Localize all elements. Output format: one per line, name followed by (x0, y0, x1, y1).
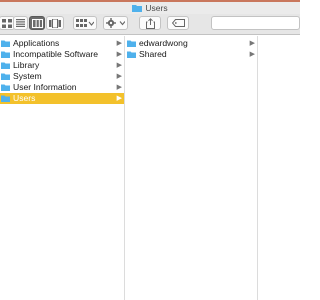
list-icon (16, 19, 25, 27)
column-root: Applications ▶ Incompatible Software ▶ L… (0, 36, 125, 300)
item-label: System (13, 71, 42, 81)
share-button[interactable] (139, 16, 161, 30)
cover-flow-icon (49, 18, 61, 28)
column-users: edwardwong ▶ Shared ▶ (125, 36, 258, 300)
chevron-right-icon: ▶ (249, 40, 255, 47)
action-button[interactable] (103, 16, 128, 30)
list-item-incompatible-software[interactable]: Incompatible Software ▶ (0, 49, 124, 60)
item-label: User Information (13, 82, 77, 92)
tag-icon (171, 19, 185, 27)
list-item-applications[interactable]: Applications ▶ (0, 38, 124, 49)
chevron-right-icon: ▶ (116, 51, 122, 58)
folder-icon (1, 51, 10, 58)
folder-icon (132, 5, 143, 12)
list-item-system[interactable]: System ▶ (0, 71, 124, 82)
list-item-users[interactable]: Users ▶ (0, 93, 124, 104)
arrange-button[interactable] (73, 16, 97, 30)
item-label: Shared (139, 49, 167, 59)
arrange-icon (76, 18, 94, 27)
chevron-right-icon: ▶ (116, 40, 122, 47)
chevron-right-icon: ▶ (116, 73, 122, 80)
column-view-button[interactable] (29, 16, 45, 30)
folder-icon (1, 95, 10, 102)
column-browser: Applications ▶ Incompatible Software ▶ L… (0, 36, 300, 300)
list-item-edwardwong[interactable]: edwardwong ▶ (125, 38, 257, 49)
item-label: edwardwong (139, 38, 188, 48)
grid-icon (2, 18, 12, 28)
folder-icon (1, 40, 10, 47)
item-label: Library (13, 60, 40, 70)
list-item-shared[interactable]: Shared ▶ (125, 49, 257, 60)
folder-icon (1, 73, 10, 80)
chevron-right-icon: ▶ (249, 51, 255, 58)
folder-icon (1, 62, 10, 69)
search-input[interactable] (211, 16, 300, 30)
item-label: Users (13, 93, 36, 103)
folder-icon (1, 84, 10, 91)
item-label: Incompatible Software (13, 49, 99, 59)
column-empty (258, 36, 300, 300)
gear-icon (106, 18, 125, 28)
folder-icon (127, 40, 136, 47)
chevron-right-icon: ▶ (116, 84, 122, 91)
toolbar (0, 14, 300, 35)
chevron-right-icon: ▶ (116, 62, 122, 69)
list-item-user-information[interactable]: User Information ▶ (0, 82, 124, 93)
title-bar: Users (0, 2, 300, 14)
cover-flow-button[interactable] (46, 16, 64, 30)
chevron-right-icon: ▶ (116, 95, 122, 102)
list-item-library[interactable]: Library ▶ (0, 60, 124, 71)
share-icon (145, 17, 155, 29)
item-label: Applications (13, 38, 60, 48)
window-title: Users (145, 3, 168, 13)
columns-icon (31, 18, 43, 28)
tag-button[interactable] (167, 16, 189, 30)
list-view-button[interactable] (13, 16, 28, 30)
folder-icon (127, 51, 136, 58)
